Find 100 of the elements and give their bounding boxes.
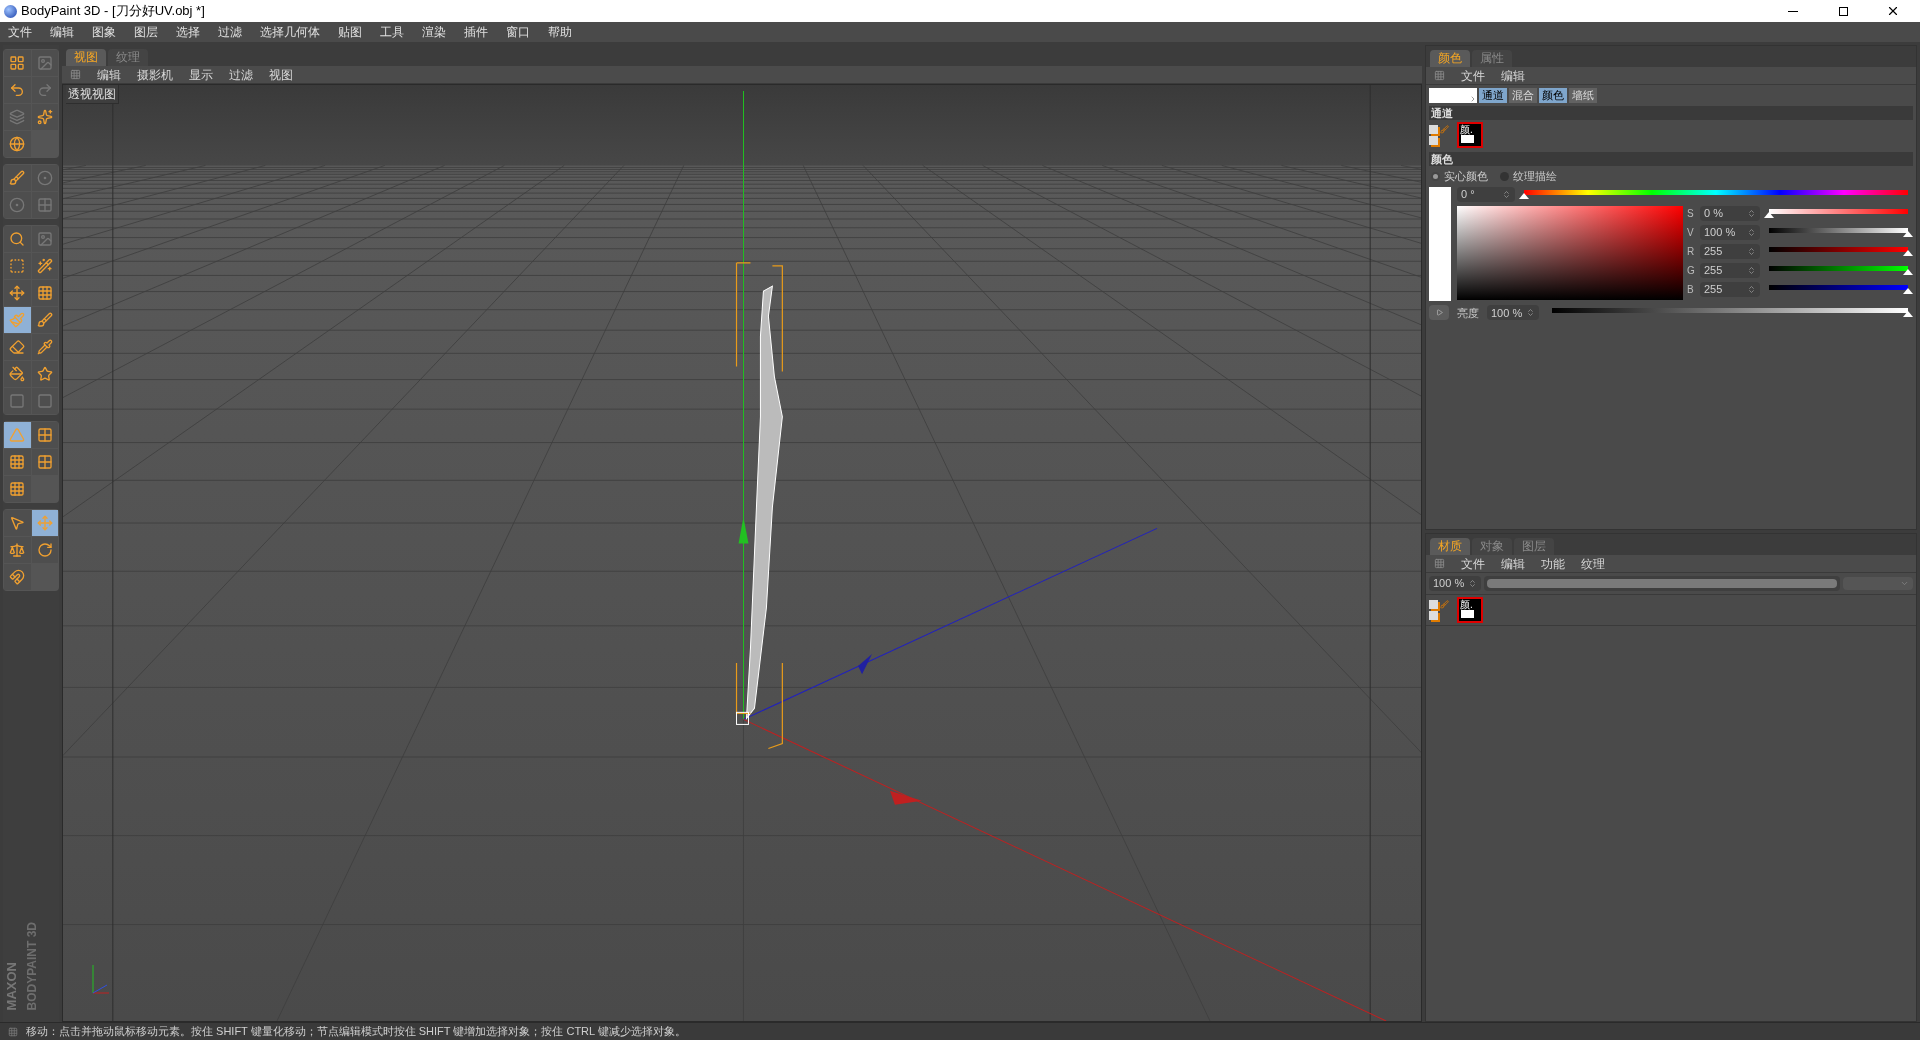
number-field[interactable]: 100 % [1487,305,1539,321]
image-icon [36,55,53,71]
axis-gizmo-icon [89,963,111,997]
menu-item[interactable]: 图象 [92,23,116,41]
tool-button[interactable] [4,476,31,502]
tool-button[interactable] [4,334,31,360]
menu-item[interactable]: 过滤 [229,65,253,84]
move-icon [36,515,53,531]
slider-thumb[interactable] [1764,211,1774,218]
tool-button[interactable] [31,280,58,306]
spinner-icon [1747,284,1756,294]
menu-item[interactable]: 渲染 [422,23,446,41]
menu-item[interactable]: 视图 [269,65,293,84]
expand-button[interactable] [1429,305,1449,321]
spinner-icon [1747,227,1756,237]
slider-thumb[interactable] [1903,268,1913,275]
channel-label: R [1687,244,1696,259]
menu-item[interactable]: 窗口 [506,23,530,41]
slider-thumb[interactable] [1903,311,1913,318]
grip-icon [1434,558,1445,569]
tool-button[interactable] [31,253,58,279]
menu-item[interactable]: 显示 [189,65,213,84]
menu-item[interactable]: 编辑 [1501,554,1525,573]
menu-item[interactable]: 选择几何体 [260,23,320,41]
menu-item[interactable]: 插件 [464,23,488,41]
panel-tab[interactable]: 颜色 [1430,50,1470,67]
radio-option[interactable]: 实心颜色 [1431,168,1488,185]
magnifier-icon [9,231,26,247]
field-label: 亮度 [1457,305,1479,321]
material-thumbnail[interactable]: 颜. [1457,122,1483,148]
number-field[interactable]: 255 [1700,243,1760,259]
tool-button[interactable] [4,361,31,387]
panel-tab[interactable]: 视图 [66,49,106,66]
layer-icons-drawing [1429,125,1449,145]
tool-button[interactable] [31,165,58,191]
image-icon [36,231,53,247]
tool-button[interactable] [4,192,31,218]
caret-icon [1469,95,1477,103]
window-title: BodyPaint 3D - [刀分好UV.obj *] [21,2,205,21]
tool-button[interactable] [31,422,58,448]
menu-item[interactable]: 贴图 [338,23,362,41]
tool-button[interactable] [4,77,31,103]
menu-item[interactable]: 编辑 [97,65,121,84]
tool-button[interactable] [4,131,31,157]
menu-item[interactable]: 编辑 [50,23,74,41]
menu-item[interactable]: 编辑 [1501,66,1525,85]
slider-thumb[interactable] [1519,192,1529,199]
menu-item[interactable]: 帮助 [548,23,572,41]
menu-item[interactable]: 图层 [134,23,158,41]
app-logo-icon [4,4,17,18]
menu-item[interactable]: 文件 [1461,554,1485,573]
mode-button[interactable]: 混合 [1509,88,1537,103]
viewport[interactable]: 透视视图 [62,84,1422,1022]
tool-button[interactable] [31,104,58,130]
slider-thumb[interactable] [1903,230,1913,237]
tool-button[interactable] [4,50,31,76]
tool-button[interactable] [4,226,31,252]
tool-button[interactable] [4,253,31,279]
menu-item[interactable]: 选择 [176,23,200,41]
tool-button[interactable] [31,307,58,333]
radio-option[interactable]: 纹理描绘 [1500,168,1557,185]
number-field[interactable]: 100 % [1429,576,1481,591]
tool-button[interactable] [31,361,58,387]
tool-button[interactable] [31,537,58,563]
menu-item[interactable]: 纹理 [1581,554,1605,573]
tool-button[interactable] [4,510,31,536]
menu-item[interactable]: 摄影机 [137,65,173,84]
close-icon[interactable] [1886,4,1900,18]
number-field[interactable]: 255 [1700,281,1760,297]
magnet-icon [9,569,26,585]
menu-item[interactable]: 功能 [1541,554,1565,573]
number-field[interactable]: 0 % [1700,205,1760,221]
grip-icon [8,1026,18,1037]
mode-button[interactable]: 通道 [1479,88,1507,103]
menu-item[interactable]: 工具 [380,23,404,41]
menu-item[interactable]: 文件 [8,23,32,41]
square-icon [9,393,26,409]
menu-item[interactable]: 过滤 [218,23,242,41]
eraser-icon [9,339,26,355]
brand-text: MAXON [5,961,18,1010]
tool-button[interactable] [4,449,31,475]
mode-button[interactable]: 颜色 [1539,88,1567,103]
tool-button[interactable] [4,537,31,563]
slider-thumb[interactable] [1903,249,1913,256]
mode-button[interactable]: 墙纸 [1569,88,1597,103]
number-field[interactable]: 100 % [1700,224,1760,240]
panel-tab[interactable]: 材质 [1430,538,1470,555]
menu-item[interactable]: 文件 [1461,66,1485,85]
slider-thumb[interactable] [1903,287,1913,294]
number-field[interactable]: 255 [1700,262,1760,278]
tool-button[interactable] [4,564,31,590]
number-field[interactable]: 0 ° [1457,186,1515,202]
tool-button[interactable] [4,280,31,306]
color-picker-field[interactable] [1457,205,1683,300]
tool-button[interactable] [4,165,31,191]
tool-button[interactable] [31,510,58,536]
material-thumbnail[interactable]: 颜. [1457,597,1483,623]
tool-button[interactable] [31,334,58,360]
tool-button[interactable] [31,449,58,475]
sphere-icon [36,170,53,186]
